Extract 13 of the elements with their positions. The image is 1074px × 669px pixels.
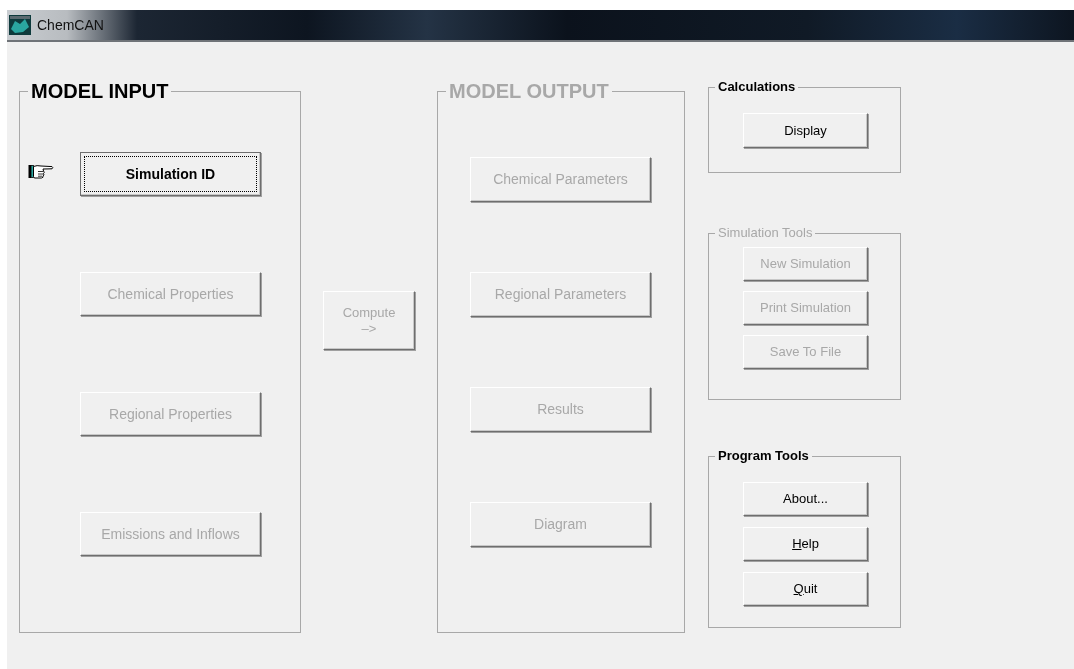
group-title: Simulation Tools: [717, 225, 814, 241]
group-title: Calculations: [717, 79, 797, 95]
tool-button[interactable]: Quit: [743, 572, 868, 606]
group-title: MODEL INPUT: [30, 79, 170, 103]
app-icon: [9, 15, 31, 35]
window-title: ChemCAN: [37, 17, 105, 33]
display-button[interactable]: Display: [743, 113, 868, 148]
tool-button[interactable]: Help: [743, 527, 868, 561]
tool-button[interactable]: About...: [743, 482, 868, 516]
group-title: MODEL OUTPUT: [448, 79, 610, 103]
pointing-hand-icon: [28, 164, 54, 180]
input-button[interactable]: Simulation ID: [80, 152, 261, 196]
group-title: Program Tools: [717, 448, 810, 464]
